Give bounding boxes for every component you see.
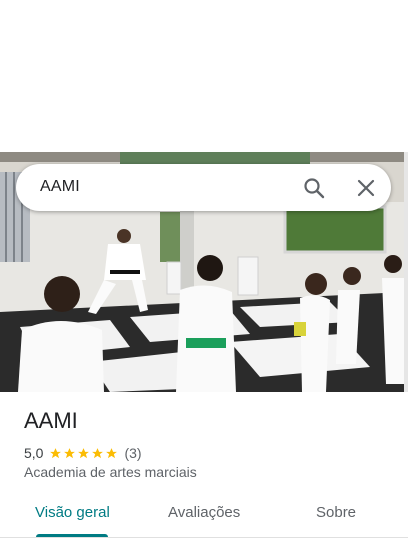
star-icon [50, 447, 62, 458]
search-input[interactable]: AAMI [40, 178, 80, 196]
scrollbar[interactable] [404, 152, 408, 392]
star-icon [78, 447, 90, 458]
tab-reviews[interactable]: Avaliações [168, 504, 240, 521]
star-icon [92, 447, 104, 458]
place-category: Academia de artes marciais [24, 464, 197, 480]
map-area-blank [0, 0, 408, 152]
tabs-divider [0, 537, 408, 538]
star-icon [64, 447, 76, 458]
place-tabs: Visão geral Avaliações Sobre [0, 492, 408, 542]
tab-about[interactable]: Sobre [316, 504, 356, 521]
rating-value: 5,0 [24, 445, 44, 461]
rating-stars [49, 447, 119, 460]
close-icon[interactable] [354, 176, 378, 200]
star-icon [106, 447, 118, 458]
search-icon[interactable] [302, 176, 326, 200]
search-bar[interactable]: AAMI [16, 164, 391, 211]
review-count[interactable]: (3) [124, 445, 141, 461]
place-title: AAMI [24, 408, 78, 433]
place-info: AAMI [24, 406, 384, 436]
rating-row[interactable]: 5,0 (3) [24, 444, 142, 462]
tab-overview[interactable]: Visão geral [35, 504, 110, 521]
